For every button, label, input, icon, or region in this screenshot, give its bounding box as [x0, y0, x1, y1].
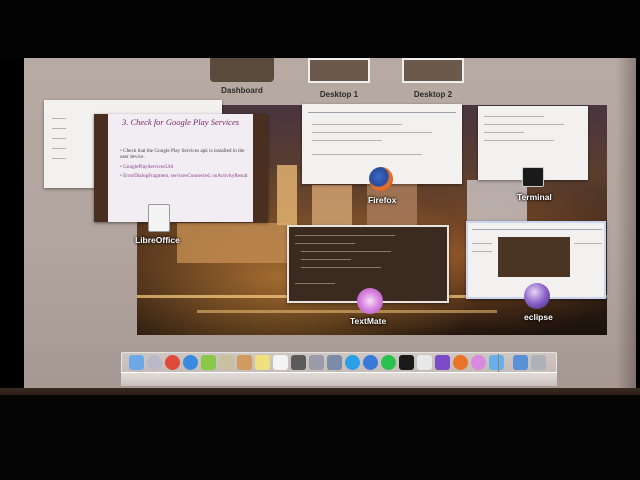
window-text-line [52, 118, 66, 119]
window-text-line [52, 138, 66, 139]
window-text-line [484, 140, 554, 141]
window-text-line [295, 235, 395, 236]
wallpaper-building [277, 165, 297, 225]
libreoffice-icon [148, 204, 170, 232]
app-label-textmate: TextMate [350, 316, 387, 326]
eclipse-icon[interactable] [435, 355, 450, 370]
app-label-terminal: Terminal [517, 192, 552, 202]
app-label-firefox: Firefox [368, 195, 397, 205]
firefox-icon[interactable] [453, 355, 468, 370]
window-toolbar-line [472, 229, 602, 230]
app-store-icon[interactable] [363, 355, 378, 370]
wallpaper-building [177, 223, 297, 263]
window-text-line [574, 243, 602, 244]
window-text-line [301, 251, 391, 252]
window-text-line [295, 283, 335, 284]
safari-icon[interactable] [183, 355, 198, 370]
terminal-icon[interactable] [399, 355, 414, 370]
window-text-line [312, 132, 432, 133]
window-text-line [472, 243, 492, 244]
firefox-icon [369, 167, 393, 191]
documents-icon[interactable] [417, 355, 432, 370]
textmate-icon [357, 288, 383, 314]
window-text-line [312, 140, 382, 141]
window-text-line [295, 243, 355, 244]
window-toolbar-line [308, 112, 456, 113]
eclipse-editor-pane [498, 237, 570, 277]
trash-icon[interactable] [531, 355, 546, 370]
space-desktop-2[interactable]: Desktop 2 [402, 58, 464, 100]
downloads-folder-icon[interactable] [489, 355, 504, 370]
system-preferences-icon[interactable] [309, 355, 324, 370]
wallpaper-building [467, 180, 527, 225]
activity-monitor-icon[interactable] [291, 355, 306, 370]
window-text-line [472, 251, 492, 252]
window-libreoffice[interactable]: 3. Check for Google Play Services Check … [94, 114, 268, 222]
space-desktop-1[interactable]: Desktop 1 [308, 58, 370, 100]
app-label-eclipse: eclipse [524, 312, 553, 322]
terminal-icon [522, 167, 544, 187]
applications-folder-icon[interactable] [513, 355, 528, 370]
window-text-line [312, 124, 402, 125]
window-text-line [484, 124, 564, 125]
eclipse-icon [524, 283, 550, 309]
space-dashboard[interactable]: Dashboard [210, 58, 274, 95]
slide-bullet: GooglePlayServicesUtil [120, 164, 248, 170]
window-text-line [484, 116, 544, 117]
window-text-line [52, 148, 66, 149]
desktop-2-thumbnail[interactable] [402, 58, 464, 83]
wallpaper-street-lights [197, 310, 497, 313]
window-text-line [52, 128, 66, 129]
dock-separator [498, 354, 499, 372]
textmate-icon[interactable] [471, 355, 486, 370]
chrome-icon[interactable] [165, 355, 180, 370]
slide-title: 3. Check for Google Play Services [121, 117, 240, 127]
window-text-line [312, 154, 422, 155]
window-text-line [484, 132, 524, 133]
android-icon[interactable] [201, 355, 216, 370]
finder-icon[interactable] [129, 355, 144, 370]
room-floor [0, 395, 640, 480]
space-label-dashboard: Dashboard [221, 86, 263, 95]
projector-top-border [0, 0, 640, 58]
photos-icon[interactable] [237, 355, 252, 370]
desktop-1-thumbnail[interactable] [308, 58, 370, 83]
app-label-libreoffice: LibreOffice [135, 235, 180, 245]
slide-bullets: Check that the Google Play Services apk … [120, 148, 248, 183]
preview-icon[interactable] [219, 355, 234, 370]
dashboard-thumbnail[interactable] [210, 58, 274, 82]
slide-bullet: ErrorDialogFragment, servicesConnected, … [120, 173, 248, 179]
launchpad-icon[interactable] [147, 355, 162, 370]
skype-icon[interactable] [345, 355, 360, 370]
spotify-icon[interactable] [381, 355, 396, 370]
window-text-line [301, 259, 351, 260]
space-label-desktop-2: Desktop 2 [413, 90, 453, 99]
window-text-line [52, 158, 66, 159]
window-text-line [301, 267, 381, 268]
notes-icon[interactable] [255, 355, 270, 370]
space-label-desktop-1: Desktop 1 [319, 90, 359, 99]
textedit-icon[interactable] [273, 355, 288, 370]
slide-bullet: Check that the Google Play Services apk … [120, 148, 248, 161]
slide-panel: 3. Check for Google Play Services Check … [108, 114, 253, 222]
utilities-icon[interactable] [327, 355, 342, 370]
dock-shelf [121, 372, 557, 386]
